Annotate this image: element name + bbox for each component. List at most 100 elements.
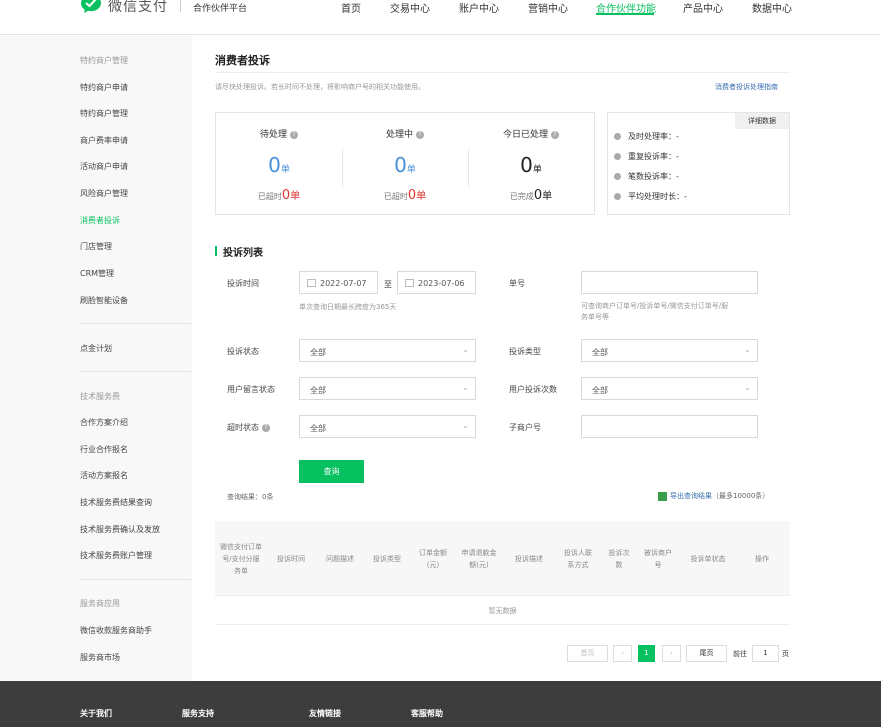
sidebar-item-wechat-assistant[interactable]: 微信收款服务商助手 xyxy=(80,625,152,636)
chevron-down-icon: ⌄ xyxy=(462,345,469,354)
nav-product-center[interactable]: 产品中心 xyxy=(683,0,723,15)
date-start-input[interactable]: 2022-07-07 xyxy=(299,271,378,294)
rate-timely: 及时处理率：- xyxy=(614,131,679,142)
info-icon[interactable]: ? xyxy=(416,130,424,139)
info-icon[interactable]: ? xyxy=(551,130,559,139)
sidebar-item-activity-signup[interactable]: 活动方案报名 xyxy=(80,470,128,481)
section-title: 投诉列表 xyxy=(223,248,263,259)
sidebar-item-merchant-apply[interactable]: 特约商户申请 xyxy=(80,82,128,93)
chevron-down-icon: ⌄ xyxy=(462,421,469,430)
order-no-input[interactable] xyxy=(581,271,758,294)
footer-help[interactable]: 客服帮助 xyxy=(411,708,443,719)
calendar-icon xyxy=(307,279,316,287)
rate-repeat: 重复投诉率：- xyxy=(614,151,679,162)
sidebar-item-service-market[interactable]: 服务商市场 xyxy=(80,652,120,663)
rate-avg-time: 平均处理时长：- xyxy=(614,191,687,202)
stat-sub-label: 已完成 xyxy=(509,192,534,201)
sidebar-item-rate-apply[interactable]: 商户费率申请 xyxy=(80,135,128,146)
nav-data-center[interactable]: 数据中心 xyxy=(752,0,792,15)
user-message-select[interactable]: 全部 ⌄ xyxy=(299,377,476,400)
footer-about[interactable]: 关于我们 xyxy=(80,708,112,719)
top-header: 微信支付 合作伙伴平台 首页 交易中心 账户中心 营销中心 合作伙伴功能 产品中… xyxy=(0,0,881,35)
sidebar-item-fee-confirm[interactable]: 技术服务费确认及发放 xyxy=(80,524,160,535)
chevron-down-icon: ⌄ xyxy=(744,345,751,354)
chevron-down-icon: ⌄ xyxy=(462,383,469,392)
pagination-goto-label: 前往 xyxy=(733,650,747,658)
table-header: 微信支付订单号/支付分服务单 投诉时间 问题描述 投诉类型 订单金额(元) 申请… xyxy=(215,521,790,596)
wechat-pay-logo-icon xyxy=(81,0,101,13)
user-message-label: 用户留言状态 xyxy=(227,385,275,394)
logo-subtitle: 合作伙伴平台 xyxy=(193,4,248,14)
stat-unit: 单 xyxy=(416,191,427,202)
sidebar-divider xyxy=(80,371,191,372)
table-empty-state: 暂无数据 xyxy=(215,597,790,625)
export-results-link[interactable]: 导出查询结果 xyxy=(670,492,712,500)
nav-home[interactable]: 首页 xyxy=(341,0,361,15)
logo-text: 微信支付 xyxy=(108,0,168,15)
nav-trade-center[interactable]: 交易中心 xyxy=(390,0,430,15)
stat-unit: 单 xyxy=(280,165,290,175)
sidebar-item-face-device[interactable]: 刷脸智能设备 xyxy=(80,295,128,306)
th-order-amount: 订单金额(元) xyxy=(419,548,447,569)
complaint-guide-link[interactable]: 消费者投诉处理指南 xyxy=(715,82,778,92)
sidebar-item-merchant-manage[interactable]: 特约商户管理 xyxy=(80,108,128,119)
pagination-first[interactable]: 首页 xyxy=(567,645,608,662)
complaint-type-select[interactable]: 全部 ⌄ xyxy=(581,339,758,362)
sidebar-item-gold-plan[interactable]: 点金计划 xyxy=(80,343,112,354)
nav-marketing-center[interactable]: 营销中心 xyxy=(528,0,568,15)
stat-today-value: 0 xyxy=(520,153,533,177)
sidebar-item-risk-manage[interactable]: 风险商户管理 xyxy=(80,188,128,199)
stat-processing-label: 处理中 xyxy=(385,130,413,140)
pagination-goto-input[interactable]: 1 xyxy=(752,645,779,662)
sub-merchant-input[interactable] xyxy=(581,415,758,438)
query-button[interactable]: 查询 xyxy=(299,460,364,483)
stat-unit: 单 xyxy=(532,165,542,175)
stat-processing: 处理中? 0单 已超时0单 xyxy=(342,113,468,214)
stat-sub-label: 已超时 xyxy=(383,192,408,201)
pagination-prev[interactable]: ‹ xyxy=(613,645,632,662)
complaint-count-select[interactable]: 全部 ⌄ xyxy=(581,377,758,400)
sub-merchant-label: 子商户号 xyxy=(509,423,541,432)
complaint-status-select[interactable]: 全部 ⌄ xyxy=(299,339,476,362)
info-icon[interactable]: ? xyxy=(262,423,270,432)
complaint-type-label: 投诉类型 xyxy=(509,347,541,356)
footer-links[interactable]: 友情链接 xyxy=(309,708,341,719)
sidebar-item-consumer-complaint[interactable]: 消费者投诉 xyxy=(80,215,120,226)
sidebar-item-industry-signup[interactable]: 行业合作报名 xyxy=(80,444,128,455)
logo-separator xyxy=(180,0,181,12)
stat-pending-overdue: 0 xyxy=(281,188,291,203)
page-description: 请尽快处理投诉。若长时间不处理，将影响商户号的相关功能使用。 xyxy=(215,83,425,91)
info-icon[interactable]: ? xyxy=(290,130,298,139)
th-status: 投诉单状态 xyxy=(690,554,726,563)
pagination-page-label: 页 xyxy=(782,650,789,658)
chevron-down-icon: ⌄ xyxy=(744,383,751,392)
order-hint-2: 务单号等 xyxy=(581,313,609,321)
footer-support[interactable]: 服务支持 xyxy=(182,708,214,719)
order-no-label: 单号 xyxy=(509,279,525,288)
detail-data-button[interactable]: 详细数据 xyxy=(735,113,789,129)
nav-active-indicator xyxy=(596,13,654,15)
sidebar-item-store-manage[interactable]: 门店管理 xyxy=(80,241,112,252)
export-area: 导出查询结果（最多10000条） xyxy=(658,491,769,501)
timeout-status-select[interactable]: 全部 ⌄ xyxy=(299,415,476,438)
sidebar-divider xyxy=(80,323,191,324)
sidebar-item-crm[interactable]: CRM管理 xyxy=(80,268,114,279)
th-contact: 投诉人联系方式 xyxy=(564,548,592,569)
sidebar-item-activity-apply[interactable]: 活动商户申请 xyxy=(80,161,128,172)
sidebar-item-plan-intro[interactable]: 合作方案介绍 xyxy=(80,417,128,428)
nav-account-center[interactable]: 账户中心 xyxy=(459,0,499,15)
date-end-input[interactable]: 2023-07-06 xyxy=(397,271,476,294)
rate-per-order: 笔数投诉率：- xyxy=(614,171,679,182)
sidebar-divider xyxy=(80,579,191,580)
sidebar: 特约商户管理 特约商户申请 特约商户管理 商户费率申请 活动商户申请 风险商户管… xyxy=(0,36,192,681)
pagination-next[interactable]: › xyxy=(662,645,681,662)
sidebar-item-fee-result[interactable]: 技术服务费结果查询 xyxy=(80,497,152,508)
bullet-icon xyxy=(614,153,621,160)
pagination-current[interactable]: 1 xyxy=(638,645,655,662)
date-range-separator: 至 xyxy=(384,280,392,289)
pagination-last[interactable]: 尾页 xyxy=(686,645,727,662)
sidebar-item-fee-account[interactable]: 技术服务费账户管理 xyxy=(80,550,152,561)
sidebar-group-merchant: 特约商户管理 xyxy=(80,56,128,65)
excel-icon xyxy=(658,491,667,501)
stat-today-label: 今日已处理 xyxy=(502,130,548,140)
